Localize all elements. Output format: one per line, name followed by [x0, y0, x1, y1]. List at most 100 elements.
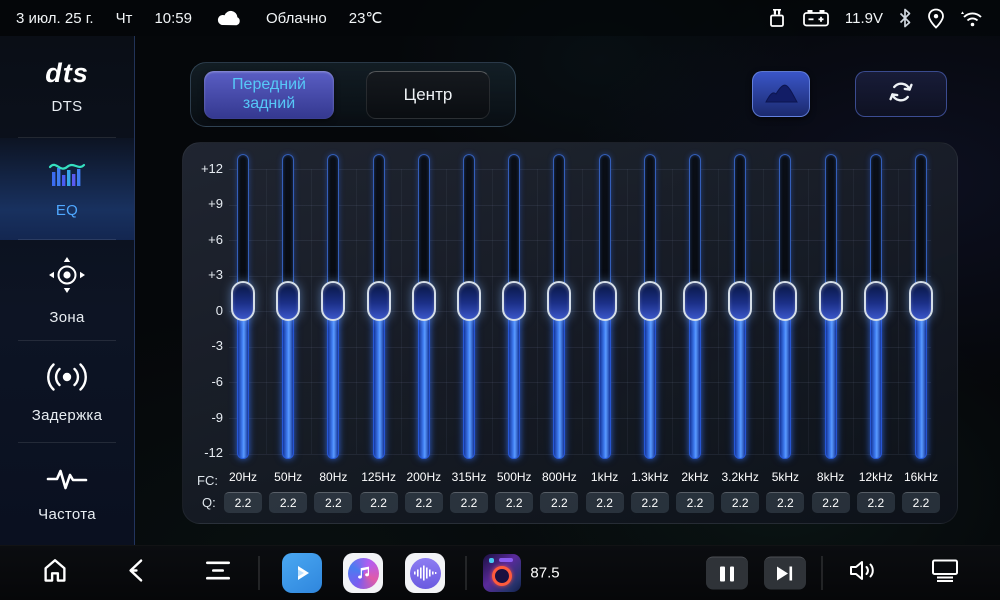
eq-slider-thumb[interactable] [909, 281, 933, 321]
eq-curve-icon [763, 79, 799, 110]
next-track-button[interactable] [764, 557, 806, 590]
video-player-app-icon [282, 553, 322, 593]
eq-slider-thumb[interactable] [367, 281, 391, 321]
head-unit-screen: 3 июл. 25 г. Чт 10:59 Облачно 23℃ 11.9V [0, 0, 1000, 600]
screen-off-button[interactable] [930, 558, 960, 589]
recents-button[interactable] [204, 559, 232, 588]
eq-band-q-value[interactable]: 2.2 [495, 492, 533, 513]
eq-slider-fill [734, 315, 746, 459]
eq-slider-thumb[interactable] [547, 281, 571, 321]
eq-band-q-value[interactable]: 2.2 [269, 492, 307, 513]
screen-icon [930, 558, 960, 589]
sidebar-item-eq[interactable]: EQ [0, 138, 134, 240]
reset-button[interactable] [855, 71, 947, 117]
status-temperature: 23℃ [349, 9, 383, 27]
status-time: 10:59 [154, 10, 192, 27]
eq-slider-thumb[interactable] [502, 281, 526, 321]
sidebar-item-zone[interactable]: Зона [0, 240, 134, 342]
radio-app-icon [483, 554, 521, 592]
eq-slider-fill [508, 315, 520, 459]
eq-band-q-value[interactable]: 2.2 [902, 492, 940, 513]
eq-vertical-gridline [853, 169, 854, 454]
eq-scale-label: -3 [183, 338, 223, 353]
dts-logo: dts [45, 58, 89, 89]
eq-vertical-gridline [718, 169, 719, 454]
eq-band-q-value[interactable]: 2.2 [450, 492, 488, 513]
eq-band-q-value[interactable]: 2.2 [857, 492, 895, 513]
eq-slider-thumb[interactable] [773, 281, 797, 321]
eq-band-q-value[interactable]: 2.2 [812, 492, 850, 513]
eq-vertical-gridline [356, 169, 357, 454]
eq-slider-fill [418, 315, 430, 459]
eq-scale-label: 0 [183, 303, 223, 318]
eq-vertical-gridline [672, 169, 673, 454]
eq-slider-fill [373, 315, 385, 459]
eq-slider-fill [599, 315, 611, 459]
frequency-icon [46, 466, 88, 497]
eq-band-q-value[interactable]: 2.2 [676, 492, 714, 513]
eq-slider-fill [915, 315, 927, 459]
volume-button[interactable] [847, 558, 879, 589]
eq-slider-fill [825, 315, 837, 459]
eq-slider-fill [870, 315, 882, 459]
eq-band-q-value[interactable]: 2.2 [314, 492, 352, 513]
delay-icon [44, 361, 90, 398]
video-player-app[interactable] [282, 553, 322, 593]
eq-scale-label: +12 [183, 161, 223, 176]
bluetooth-icon [898, 8, 912, 28]
pause-icon [706, 557, 748, 590]
sidebar-item-label: DTS [52, 98, 83, 115]
sidebar-item-label: Зона [49, 309, 84, 326]
eq-slider-fill [779, 315, 791, 459]
eq-band-q-value[interactable]: 2.2 [631, 492, 669, 513]
eq-band-q-value[interactable]: 2.2 [540, 492, 578, 513]
eq-band-q-value[interactable]: 2.2 [224, 492, 262, 513]
dock-divider [259, 556, 260, 590]
eq-slider-thumb[interactable] [321, 281, 345, 321]
eq-scale-label: -12 [183, 445, 223, 460]
sidebar-item-delay[interactable]: Задержка [0, 341, 134, 443]
eq-band-q-value[interactable]: 2.2 [586, 492, 624, 513]
eq-band-q-value[interactable]: 2.2 [721, 492, 759, 513]
q-label: Q: [202, 495, 216, 510]
eq-band-q-value[interactable]: 2.2 [360, 492, 398, 513]
eq-slider-thumb[interactable] [638, 281, 662, 321]
home-button[interactable] [40, 556, 70, 591]
eq-slider-thumb[interactable] [864, 281, 888, 321]
eq-vertical-gridline [537, 169, 538, 454]
eq-slider-fill [644, 315, 656, 459]
eq-curve-button[interactable] [752, 71, 810, 117]
voice-app[interactable] [405, 553, 445, 593]
eq-vertical-gridline [582, 169, 583, 454]
eq-slider-thumb[interactable] [457, 281, 481, 321]
sidebar: dts DTS EQ [0, 36, 135, 545]
eq-vertical-gridline [627, 169, 628, 454]
eq-scale-label: +6 [183, 232, 223, 247]
eq-slider-thumb[interactable] [231, 281, 255, 321]
sidebar-item-label: Задержка [32, 407, 103, 424]
wifi-icon [960, 8, 984, 28]
eq-slider-thumb[interactable] [276, 281, 300, 321]
eq-slider-thumb[interactable] [819, 281, 843, 321]
sidebar-item-dts[interactable]: dts DTS [0, 36, 134, 138]
volume-icon [847, 558, 879, 589]
back-button[interactable] [123, 557, 151, 590]
tab-center[interactable]: Центр [366, 71, 490, 119]
dock-bar: 87.5 [0, 545, 1000, 600]
eq-band-q-value[interactable]: 2.2 [405, 492, 443, 513]
equalizer-icon [48, 158, 86, 193]
music-app[interactable] [343, 553, 383, 593]
eq-slider-thumb[interactable] [728, 281, 752, 321]
radio-app[interactable] [483, 554, 521, 592]
eq-vertical-gridline [492, 169, 493, 454]
tab-front-rear[interactable]: Передний задний [204, 71, 334, 119]
eq-slider-thumb[interactable] [412, 281, 436, 321]
next-track-icon [764, 557, 806, 590]
eq-slider-thumb[interactable] [593, 281, 617, 321]
eq-slider-thumb[interactable] [683, 281, 707, 321]
pause-button[interactable] [706, 557, 748, 590]
radio-frequency: 87.5 [530, 565, 559, 582]
voice-app-icon [405, 553, 445, 593]
eq-band-q-value[interactable]: 2.2 [766, 492, 804, 513]
sidebar-item-frequency[interactable]: Частота [0, 443, 134, 545]
